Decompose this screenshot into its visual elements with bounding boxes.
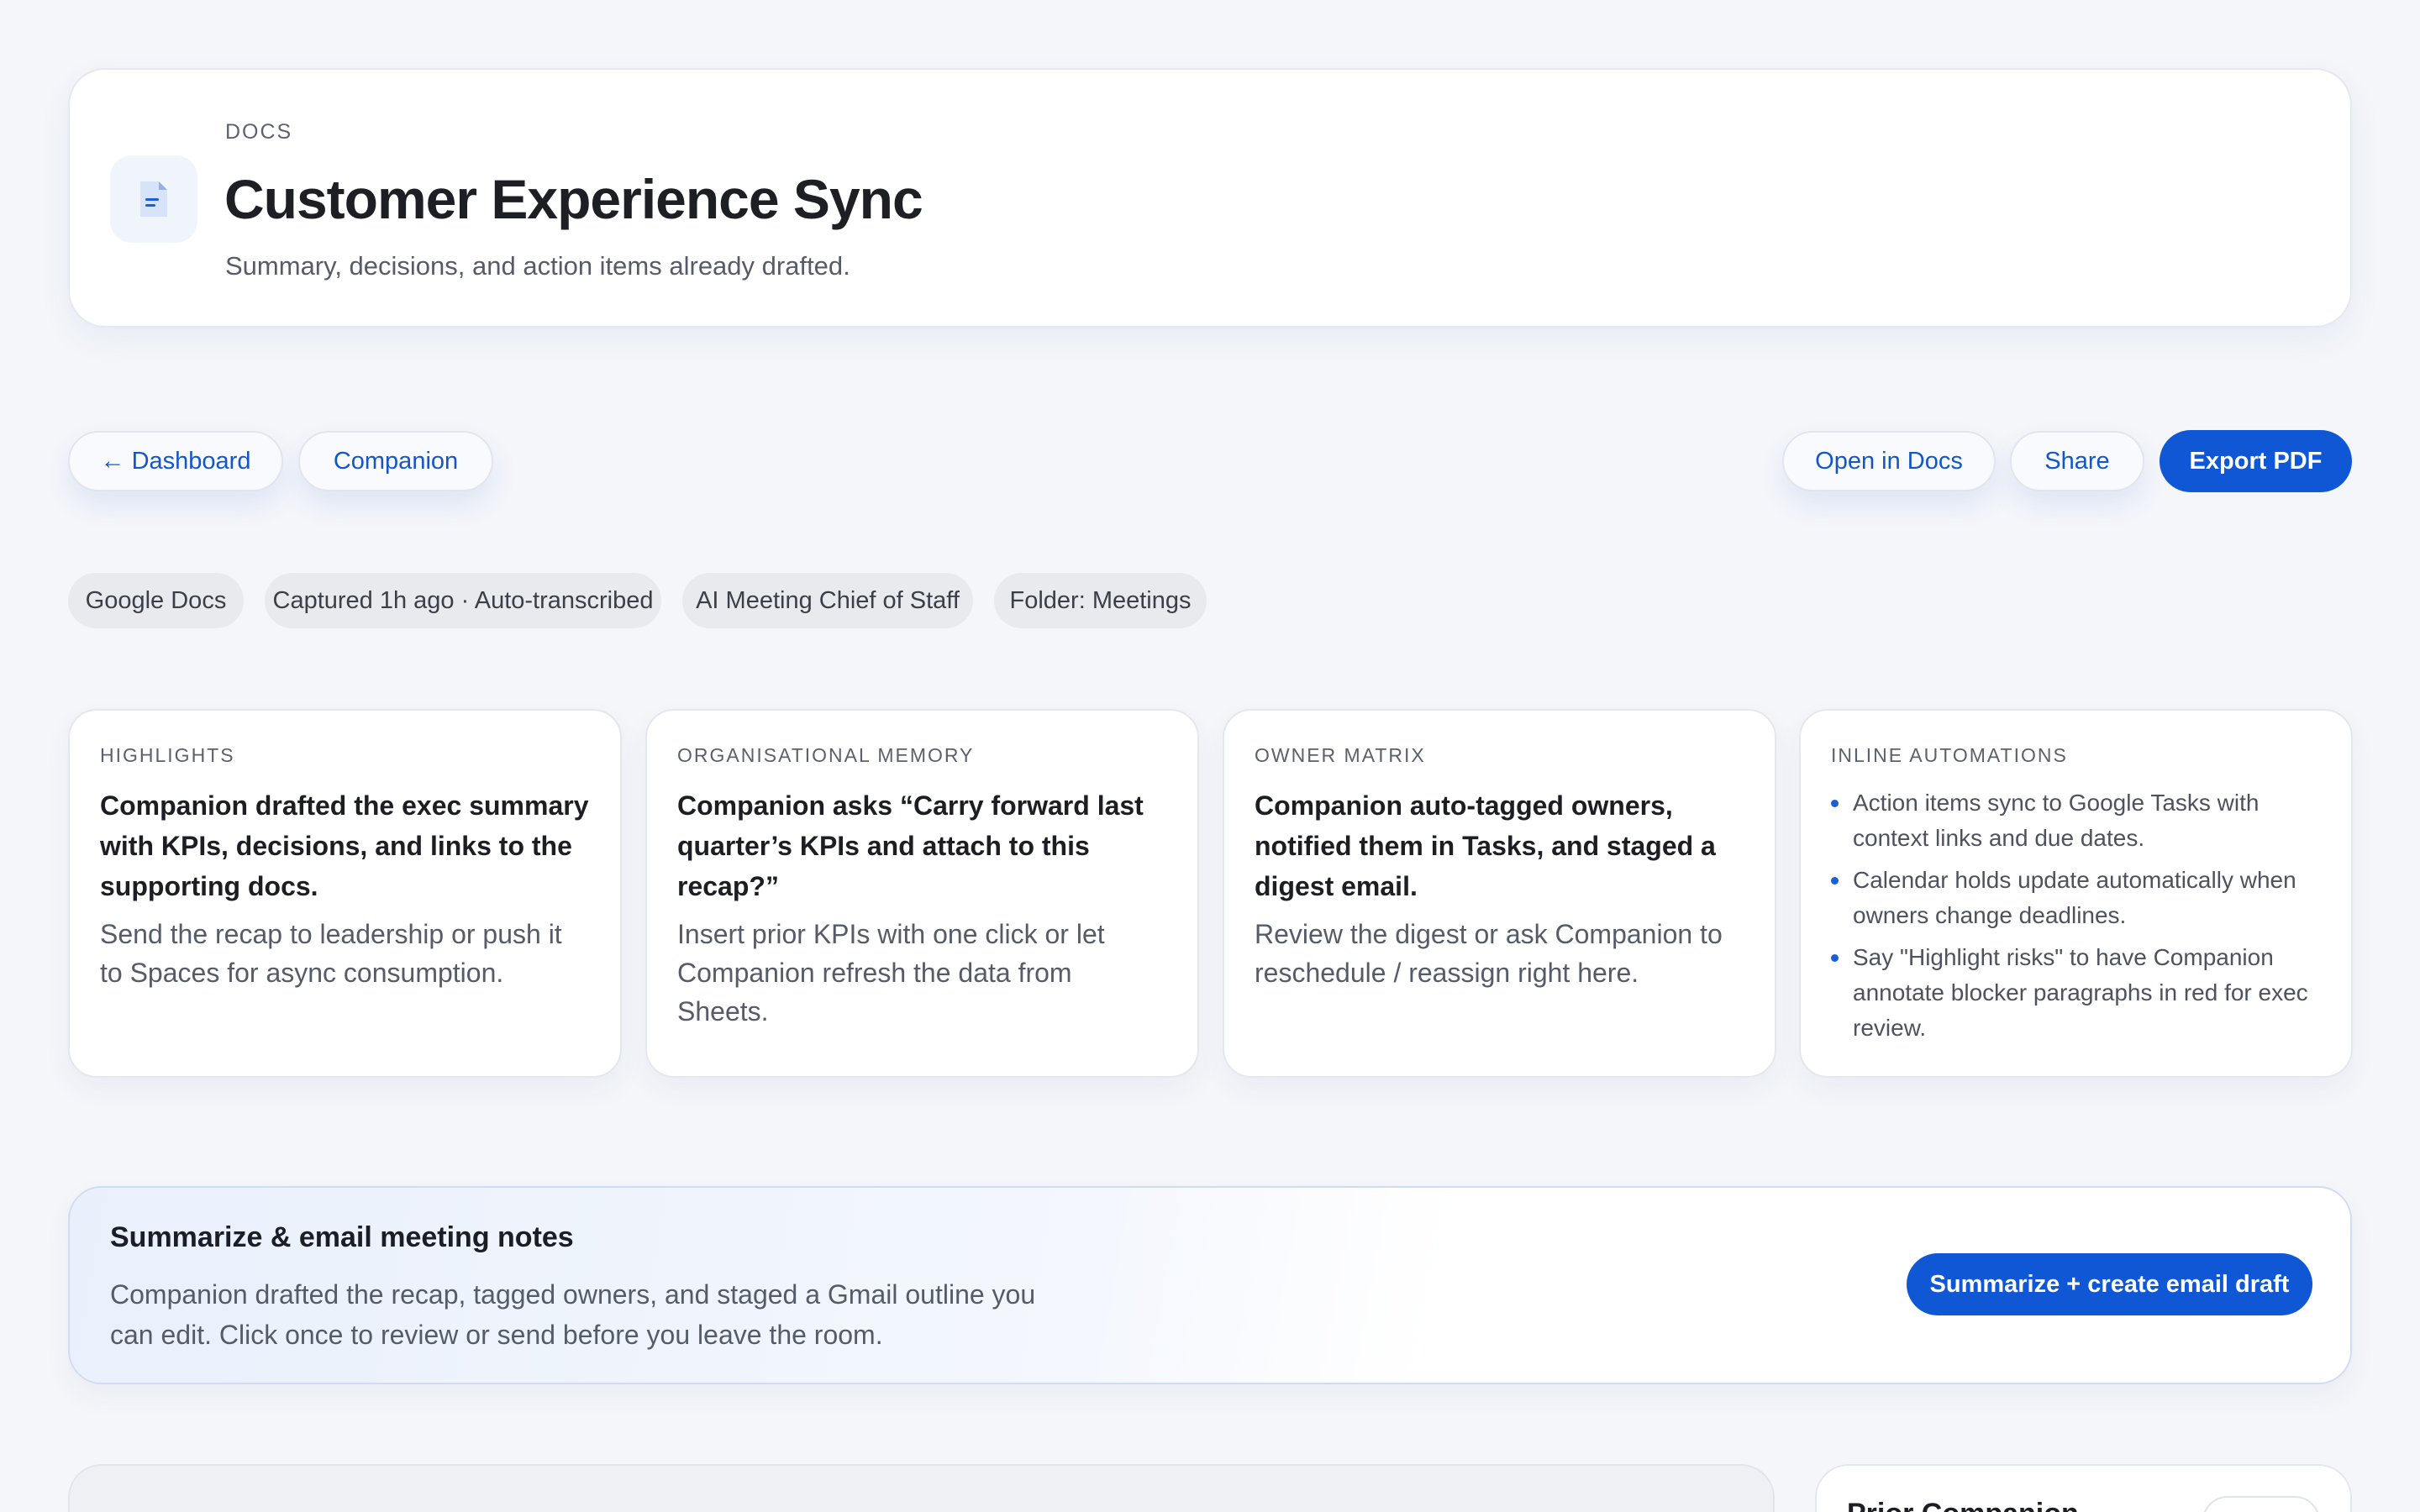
list-item-text: Say "Highlight risks" to have Companion … [1853, 944, 2308, 1041]
panel-title: Prior Companion... [1847, 1498, 2102, 1512]
page-subtitle: Summary, decisions, and action items alr… [225, 251, 850, 281]
inline-automations-card: INLINE AUTOMATIONS Action items sync to … [1799, 709, 2353, 1078]
list-item: Say "Highlight risks" to have Companion … [1831, 940, 2321, 1046]
section-eyebrow: DOCS [225, 120, 293, 144]
panel-action-button[interactable] [2202, 1496, 2320, 1512]
summarize-email-button[interactable]: Summarize + create email draft [1907, 1253, 2312, 1315]
list-item-text: Action items sync to Google Tasks with c… [1853, 790, 2260, 851]
bullet-dot-icon [1831, 800, 1839, 807]
doc-icon [110, 155, 197, 243]
bullet-dot-icon [1831, 877, 1839, 885]
owner-matrix-card: OWNER MATRIX Companion auto-tagged owner… [1223, 709, 1776, 1078]
organisational-memory-card: ORGANISATIONAL MEMORY Companion asks “Ca… [645, 709, 1199, 1078]
card-body: Send the recap to leadership or push it … [100, 919, 562, 988]
share-button[interactable]: Share [2010, 431, 2144, 491]
card-label: OWNER MATRIX [1255, 744, 1426, 766]
card-headline: Companion auto-tagged owners, notified t… [1255, 790, 1716, 901]
tag-source: Google Docs [68, 573, 244, 628]
page-title: Customer Experience Sync [224, 168, 923, 230]
card-headline: Companion asks “Carry forward last quart… [677, 790, 1144, 901]
banner-body: Companion drafted the recap, tagged owne… [110, 1279, 1036, 1350]
tag-captured: Captured 1h ago · Auto-transcribed [265, 573, 661, 628]
card-headline: Companion drafted the exec summary with … [100, 790, 589, 901]
tag-agent: AI Meeting Chief of Staff [682, 573, 973, 628]
prior-companion-panel: Prior Companion... [1815, 1464, 2352, 1512]
card-label: ORGANISATIONAL MEMORY [677, 744, 975, 766]
card-label: HIGHLIGHTS [100, 744, 235, 766]
companion-button[interactable]: Companion [298, 431, 493, 491]
list-item: Action items sync to Google Tasks with c… [1831, 785, 2321, 856]
banner-title: Summarize & email meeting notes [110, 1221, 574, 1253]
back-to-dashboard-button[interactable]: ← Dashboard [68, 431, 283, 491]
header-card: DOCS Customer Experience Sync Summary, d… [68, 68, 2352, 328]
list-item: Calendar holds update automatically when… [1831, 863, 2321, 933]
card-body: Review the digest or ask Companion to re… [1255, 919, 1723, 988]
summarize-banner: Summarize & email meeting notes Companio… [68, 1186, 2352, 1384]
export-pdf-button[interactable]: Export PDF [2160, 430, 2352, 492]
tag-folder: Folder: Meetings [994, 573, 1207, 628]
list-item-text: Calendar holds update automatically when… [1853, 867, 2296, 928]
transcript-panel [68, 1464, 1775, 1512]
bullet-dot-icon [1831, 954, 1839, 962]
highlights-card: HIGHLIGHTS Companion drafted the exec su… [68, 709, 622, 1078]
open-in-docs-button[interactable]: Open in Docs [1782, 431, 1996, 491]
automation-list: Action items sync to Google Tasks with c… [1831, 785, 2321, 1046]
page: DOCS Customer Experience Sync Summary, d… [0, 0, 2420, 1512]
card-body: Insert prior KPIs with one click or let … [677, 919, 1105, 1026]
card-label: INLINE AUTOMATIONS [1831, 744, 2068, 766]
